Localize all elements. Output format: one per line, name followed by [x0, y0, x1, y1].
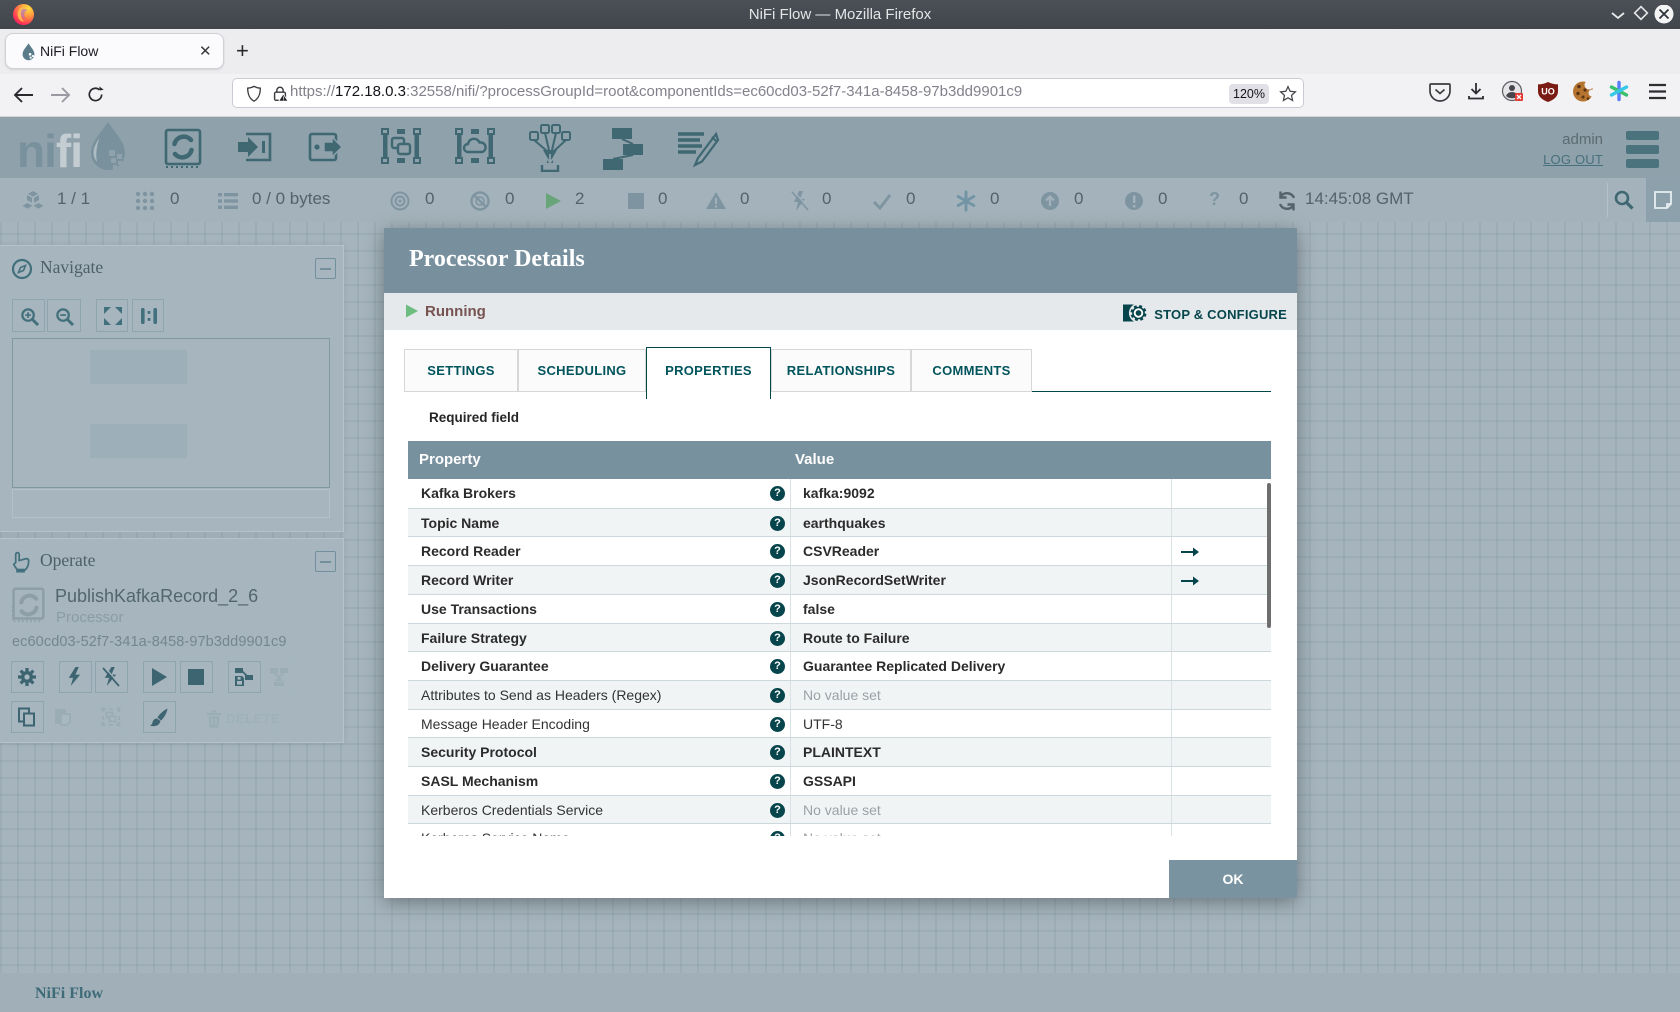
- svg-text:UO: UO: [1541, 87, 1555, 97]
